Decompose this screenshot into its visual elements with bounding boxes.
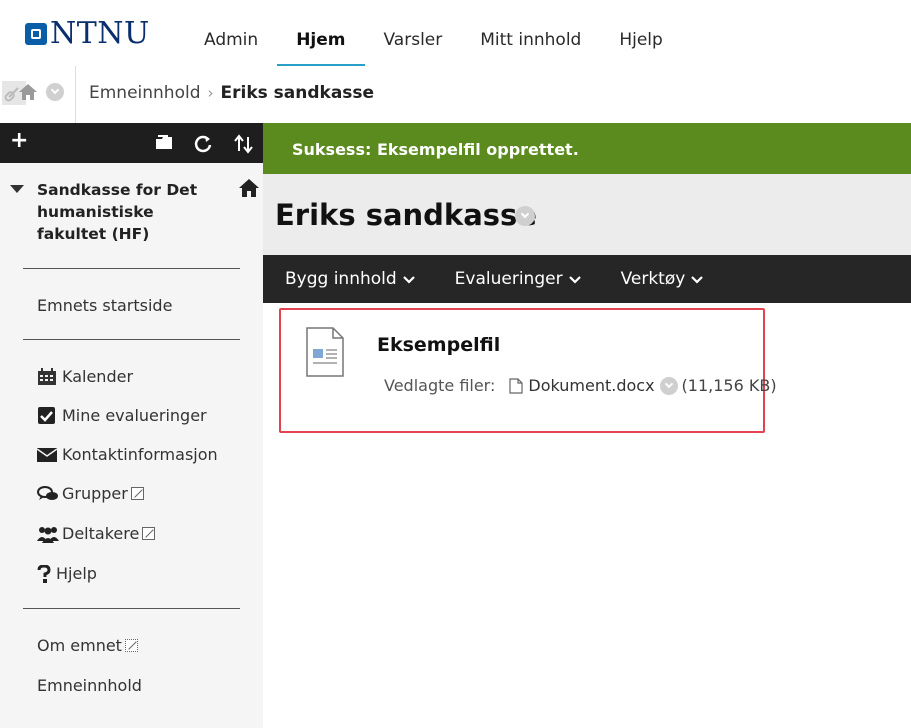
sidebar-item-label: Kontaktinformasjon <box>62 445 218 464</box>
info-page-icon <box>124 639 138 652</box>
sidebar-item-label: Emneinnhold <box>37 676 142 695</box>
course-home-icon[interactable] <box>238 178 260 198</box>
breadcrumb-parent-link[interactable]: Emneinnhold <box>89 83 201 103</box>
sidebar-item-deltakere[interactable]: Deltakere <box>37 524 156 543</box>
build-content-label: Bygg innhold <box>285 269 397 289</box>
chat-bubbles-icon <box>37 485 58 503</box>
sidebar-divider <box>23 268 240 269</box>
breadcrumb-separator: › <box>207 84 214 102</box>
page-title: Eriks sandkasse <box>275 198 537 232</box>
success-banner: Suksess: Eksempelfil opprettet. <box>263 123 911 174</box>
logo-text: NTNU <box>50 16 150 51</box>
chevron-down-icon[interactable] <box>46 83 64 101</box>
chevron-down-icon[interactable] <box>659 376 678 395</box>
nav-admin[interactable]: Admin <box>185 0 277 66</box>
refresh-icon[interactable] <box>193 134 213 154</box>
sidebar-item-label: Grupper <box>62 484 128 503</box>
tools-menu[interactable]: Verktøy <box>621 255 704 303</box>
evaluations-menu[interactable]: Evalueringer <box>455 255 581 303</box>
people-icon <box>37 525 59 543</box>
item-title[interactable]: Eksempelfil <box>377 334 500 356</box>
sidebar-toolbar: + <box>0 123 263 163</box>
sidebar-item-label: Deltakere <box>62 524 140 543</box>
folder-view-icon[interactable] <box>154 134 174 154</box>
calendar-icon <box>37 367 57 386</box>
sort-arrows-icon[interactable] <box>234 134 254 154</box>
nav-hjem[interactable]: Hjem <box>277 0 365 66</box>
sidebar-item-grupper[interactable]: Grupper <box>37 484 144 503</box>
question-icon <box>37 563 51 583</box>
chevron-down-icon[interactable] <box>515 206 535 226</box>
sidebar-item-kalender[interactable]: Kalender <box>37 367 133 386</box>
chevron-down-icon <box>691 276 704 284</box>
external-link-icon <box>142 527 156 540</box>
sidebar-divider <box>23 608 240 609</box>
main-nav: Admin Hjem Varsler Mitt innhold Hjelp <box>185 0 682 66</box>
collapse-caret-icon[interactable] <box>10 185 24 193</box>
action-bar: Bygg innhold Evalueringer Verktøy <box>263 255 911 303</box>
tools-label: Verktøy <box>620 269 686 289</box>
breadcrumb-tools <box>0 66 76 123</box>
sidebar-item-label: Kalender <box>62 367 134 386</box>
logo-square-icon <box>25 23 47 45</box>
sidebar-item-om-emnet[interactable]: Om emnet <box>37 636 138 655</box>
breadcrumb-bar: Emneinnhold › Eriks sandkasse <box>0 66 911 123</box>
checkbox-icon <box>37 406 57 425</box>
chevron-down-icon <box>402 276 415 284</box>
attached-file-link[interactable]: Dokument.docx <box>528 376 654 395</box>
breadcrumb-current: Eriks sandkasse <box>220 83 375 103</box>
main-content: Suksess: Eksempelfil opprettet. Eriks sa… <box>263 123 911 728</box>
evaluations-label: Evalueringer <box>454 269 563 289</box>
sidebar-item-label: Hjelp <box>56 564 97 583</box>
course-title[interactable]: Sandkasse for Det humanistiske fakultet … <box>37 179 227 245</box>
sidebar-divider <box>23 339 240 340</box>
sidebar-item-startside[interactable]: Emnets startside <box>37 296 172 315</box>
external-link-icon <box>130 487 144 500</box>
sidebar-item-label: Om emnet <box>37 636 122 655</box>
sidebar-item-kontaktinformasjon[interactable]: Kontaktinformasjon <box>36 445 218 464</box>
build-content-menu[interactable]: Bygg innhold <box>285 255 415 303</box>
nav-varsler[interactable]: Varsler <box>365 0 462 66</box>
attached-files-label: Vedlagte filer: <box>384 376 496 395</box>
sidebar-item-mine-evalueringer[interactable]: Mine evalueringer <box>37 406 207 425</box>
file-icon <box>509 377 523 394</box>
sidebar-item-label: Mine evalueringer <box>62 406 207 425</box>
top-header: NTNU Admin Hjem Varsler Mitt innhold Hje… <box>0 0 911 66</box>
ntnu-logo[interactable]: NTNU <box>25 19 150 49</box>
attached-files: Vedlagte filer: Dokument.docx (11,156 KB… <box>384 376 777 395</box>
breadcrumb: Emneinnhold › Eriks sandkasse <box>89 83 374 103</box>
nav-mitt-innhold[interactable]: Mitt innhold <box>461 0 600 66</box>
page-title-bar: Eriks sandkasse <box>263 174 911 255</box>
sidebar-item-hjelp[interactable]: Hjelp <box>37 563 97 583</box>
course-menu-sidebar: + Sandkasse for Det humanistiske fakulte… <box>0 123 263 728</box>
content-item: Eksempelfil Vedlagte filer: Dokument.doc… <box>279 308 777 433</box>
sidebar-item-emneinnhold[interactable]: Emneinnhold <box>37 676 142 695</box>
home-icon[interactable] <box>18 82 38 102</box>
nav-hjelp[interactable]: Hjelp <box>600 0 681 66</box>
file-size: (11,156 KB) <box>681 376 777 395</box>
document-icon <box>305 327 345 377</box>
add-menu-item-icon[interactable]: + <box>10 130 30 152</box>
sidebar-item-label: Emnets startside <box>37 296 173 315</box>
chevron-down-icon <box>568 276 581 284</box>
envelope-icon <box>36 446 58 464</box>
